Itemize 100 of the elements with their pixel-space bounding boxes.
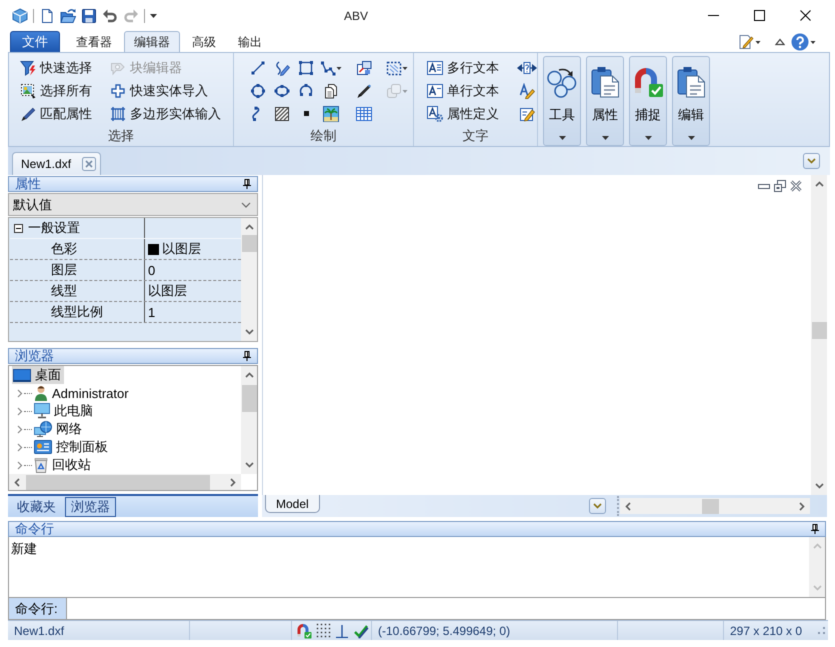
panel-tab[interactable]: 收藏夹 — [11, 496, 62, 516]
property-value[interactable]: 0 — [148, 262, 156, 278]
layout-tab[interactable]: Model — [265, 495, 320, 513]
copy-pages-icon[interactable] — [323, 82, 339, 98]
circle-icon[interactable] — [250, 82, 266, 98]
ribbon-tab[interactable]: 输出 — [228, 31, 272, 52]
ribbon-tab[interactable]: 高级 — [182, 31, 226, 52]
hatch-icon[interactable] — [274, 106, 290, 122]
dashed-rectangle-icon[interactable] — [386, 60, 408, 76]
scroll-right-icon[interactable] — [799, 502, 805, 510]
grid-dots-icon[interactable] — [316, 623, 331, 638]
restore-icon[interactable] — [774, 180, 786, 192]
property-value[interactable]: 以图层 — [162, 240, 201, 258]
scrollbar-thumb[interactable] — [812, 322, 826, 339]
magnet-check-icon[interactable] — [296, 622, 312, 638]
resize-grip-icon[interactable] — [818, 627, 825, 634]
open-folder-icon[interactable] — [60, 8, 76, 24]
ribbon-button[interactable]: 匹配属性 — [20, 102, 94, 125]
document-tab[interactable]: New1.dxf — [12, 152, 102, 175]
close-icon[interactable] — [800, 10, 810, 21]
scrollbar-thumb[interactable] — [26, 474, 210, 490]
scroll-up-icon[interactable] — [244, 224, 254, 230]
table-icon[interactable] — [356, 106, 372, 122]
pin-icon[interactable] — [243, 179, 251, 189]
ribbon-button[interactable]: 属性定义 — [427, 102, 501, 125]
tab-close-icon[interactable] — [82, 157, 96, 171]
pen-icon[interactable] — [356, 82, 372, 98]
scroll-down-icon[interactable] — [814, 483, 824, 489]
expand-chevron-icon[interactable] — [17, 406, 23, 416]
ellipse-icon[interactable] — [274, 82, 290, 98]
document-pencil-icon[interactable] — [518, 106, 534, 122]
vertical-scrollbar[interactable] — [241, 366, 257, 474]
minimize-icon[interactable] — [758, 182, 770, 190]
ribbon-button[interactable]: 快速选择 — [20, 56, 94, 79]
command-input[interactable] — [66, 598, 826, 620]
pin-icon[interactable] — [243, 351, 251, 361]
file-menu-button[interactable]: 文件 — [10, 31, 60, 52]
scroll-up-icon[interactable] — [814, 181, 824, 187]
caret-down-icon[interactable] — [150, 14, 157, 18]
tree-item[interactable]: 回收站 — [33, 456, 94, 474]
scroll-up-icon[interactable] — [244, 372, 254, 378]
document-pencil-icon[interactable] — [738, 34, 761, 50]
help-icon[interactable] — [791, 32, 816, 50]
scroll-right-icon[interactable] — [230, 478, 236, 486]
arc-icon[interactable] — [298, 82, 314, 98]
scroll-left-icon[interactable] — [14, 478, 20, 486]
scrollbar-thumb[interactable] — [242, 235, 256, 252]
tree-item[interactable]: 网络 — [33, 420, 85, 438]
scroll-down-icon[interactable] — [244, 329, 254, 335]
vertical-scrollbar[interactable] — [811, 175, 827, 495]
horizontal-scrollbar[interactable] — [620, 498, 810, 514]
ribbon-button[interactable]: 多行文本 — [427, 56, 501, 79]
save-icon[interactable] — [81, 8, 97, 24]
overlapping-frames-icon[interactable] — [356, 60, 372, 76]
expand-chevron-icon[interactable] — [17, 388, 23, 398]
ribbon-tab[interactable]: 编辑器 — [124, 31, 180, 52]
expand-chevron-icon[interactable] — [17, 424, 23, 434]
line-icon[interactable] — [250, 60, 266, 76]
point-icon[interactable] — [304, 111, 308, 116]
maximize-icon[interactable] — [754, 10, 764, 21]
tree-item[interactable]: 控制面板 — [33, 438, 111, 456]
ribbon-button[interactable]: 多边形实体输入 — [110, 102, 223, 125]
property-value[interactable]: 1 — [148, 304, 156, 320]
scroll-down-icon[interactable] — [244, 462, 254, 468]
polyline-icon[interactable] — [320, 60, 342, 76]
perpendicular-icon[interactable] — [335, 624, 349, 638]
rectangle-icon[interactable] — [298, 60, 314, 76]
dimension-arrows-icon[interactable] — [516, 62, 536, 74]
tree-item[interactable]: 桌面 — [12, 366, 64, 384]
collapse-box-icon[interactable] — [14, 224, 23, 232]
caret-up-icon[interactable] — [775, 38, 785, 46]
preset-dropdown[interactable]: 默认值 — [8, 193, 258, 216]
panel-tab[interactable]: 浏览器 — [65, 496, 116, 516]
picture-icon[interactable] — [323, 106, 339, 122]
ribbon-large-button[interactable]: 属性 — [586, 56, 624, 146]
property-value[interactable]: 以图层 — [148, 282, 187, 300]
horizontal-scrollbar[interactable] — [9, 474, 241, 490]
app-cube-icon[interactable] — [12, 8, 28, 24]
ribbon-large-button[interactable]: 捕捉 — [629, 56, 667, 146]
tab-menu-button[interactable] — [803, 153, 820, 169]
check-pen-icon[interactable] — [353, 622, 369, 638]
new-document-icon[interactable] — [39, 8, 55, 24]
ribbon-tab[interactable]: 查看器 — [66, 31, 122, 52]
tree-item[interactable]: Administrator — [33, 384, 132, 402]
pin-icon[interactable] — [811, 524, 819, 534]
ribbon-large-button[interactable]: 编辑 — [672, 56, 710, 146]
letter-pencil-icon[interactable] — [518, 82, 534, 98]
ribbon-button[interactable]: 快速实体导入 — [110, 79, 210, 102]
undo-icon[interactable] — [102, 8, 118, 24]
ribbon-large-button[interactable]: 工具 — [543, 56, 581, 146]
tab-menu-button[interactable] — [589, 498, 606, 514]
ribbon-button[interactable]: 选择所有 — [20, 79, 94, 102]
ribbon-button[interactable]: 单行文本 — [427, 79, 501, 102]
tree-item[interactable]: 此电脑 — [33, 402, 96, 420]
vertical-scrollbar[interactable] — [241, 218, 257, 341]
scrollbar-thumb[interactable] — [242, 385, 256, 412]
expand-chevron-icon[interactable] — [17, 460, 23, 470]
scrollbar-thumb[interactable] — [702, 498, 719, 514]
squiggle-pen-icon[interactable] — [274, 60, 290, 76]
expand-chevron-icon[interactable] — [17, 442, 23, 452]
